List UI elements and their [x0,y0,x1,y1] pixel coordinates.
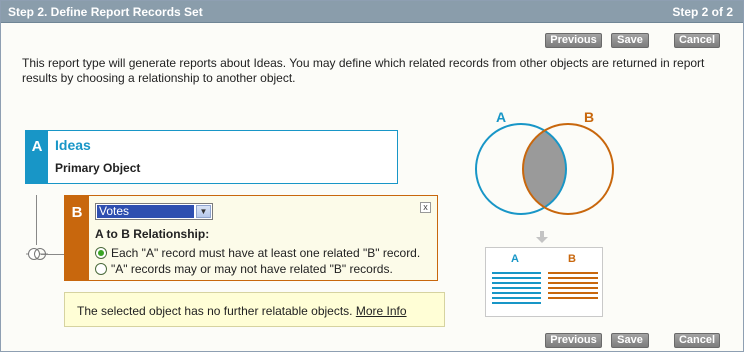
result-table-rows [492,272,598,304]
info-message-text: The selected object has no further relat… [77,304,353,318]
arrow-down-icon [536,231,548,243]
relationship-heading: A to B Relationship: [95,227,210,241]
info-message: The selected object has no further relat… [77,304,407,318]
primary-object-box: A Ideas Primary Object [25,130,398,184]
intro-text: This report type will generate reports a… [22,56,705,85]
venn-diagram: A B [475,109,614,215]
related-object-select[interactable]: Votes ▼ [95,203,213,220]
info-message-box: The selected object has no further relat… [64,292,445,327]
remove-object-button[interactable]: x [420,202,431,213]
object-b-letter: B [65,196,89,280]
cancel-button-top[interactable]: Cancel [674,33,720,48]
save-button-top[interactable]: Save [611,33,649,48]
chevron-down-icon[interactable]: ▼ [196,205,211,218]
venn-label-a: A [496,109,506,125]
result-table-illustration: A B [485,247,603,317]
previous-button-bottom[interactable]: Previous [545,333,602,348]
radio-button-selected[interactable] [95,247,107,259]
radio-button[interactable] [95,263,107,275]
more-info-link[interactable]: More Info [356,304,407,318]
object-a-letter: A [26,131,48,183]
connector-line [36,195,37,245]
title-bar: Step 2. Define Report Records Set Step 2… [1,1,743,23]
join-icon [26,248,48,260]
relationship-option-label: "A" records may or may not have related … [111,262,393,276]
primary-object-label: Primary Object [55,161,141,175]
save-button-bottom[interactable]: Save [611,333,649,348]
relationship-option-label: Each "A" record must have at least one r… [111,246,421,260]
report-records-set-panel: Step 2. Define Report Records Set Step 2… [0,0,744,352]
cancel-button-bottom[interactable]: Cancel [674,333,720,348]
venn-label-b: B [584,109,594,125]
previous-button-top[interactable]: Previous [545,33,602,48]
primary-object-name: Ideas [55,137,91,153]
related-object-box: B Votes ▼ x A to B Relationship: Each "A… [64,195,438,281]
page-title: Step 2. Define Report Records Set [8,5,203,19]
related-object-value: Votes [97,205,194,218]
step-indicator: Step 2 of 2 [672,5,733,19]
